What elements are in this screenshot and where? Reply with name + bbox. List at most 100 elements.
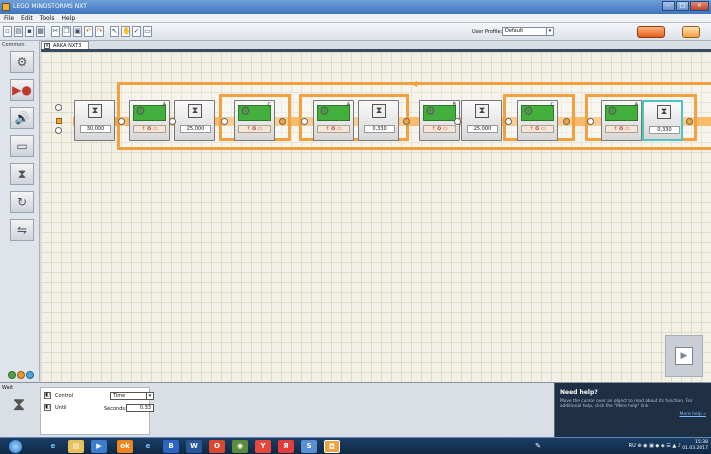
chevron-down-icon: ▾ xyxy=(146,393,153,399)
save-icon[interactable]: ▪ xyxy=(25,26,34,37)
until-label: Until xyxy=(55,404,67,411)
yandex-browser-icon[interactable]: Я xyxy=(278,440,294,453)
redo-icon[interactable]: ↷ xyxy=(95,26,104,37)
explorer-icon[interactable]: ▤ xyxy=(68,440,84,453)
wait-block[interactable]: ⧗ 30,000 xyxy=(74,100,115,141)
maximize-button[interactable]: □ xyxy=(676,1,689,11)
chrome-icon[interactable]: ◉ xyxy=(232,440,248,453)
wait-value: 25,000 xyxy=(467,125,498,133)
wait-block[interactable]: ⧗ 25,000 xyxy=(461,100,502,141)
move-block[interactable]: ⚙ A ↑ ✪ ▭ xyxy=(601,100,642,141)
common-palette-tab[interactable] xyxy=(8,371,16,379)
navigator-viewport[interactable]: ▶ xyxy=(675,347,693,365)
motor-direction-icons: ↑ ✪ ▭ xyxy=(423,125,456,133)
custom-palette-tab[interactable] xyxy=(26,371,34,379)
comment-icon[interactable]: ✓ xyxy=(132,26,141,37)
sound-icon[interactable]: 🔊 xyxy=(10,107,34,129)
wait-icon[interactable]: ⧗ xyxy=(10,163,34,185)
loop-end-pin xyxy=(279,118,286,125)
menu-help[interactable]: Help xyxy=(61,15,75,22)
wait-block[interactable]: ⧗ 25,000 xyxy=(174,100,215,141)
pan-icon[interactable]: ✋ xyxy=(121,26,131,37)
motor-port: B xyxy=(452,102,456,108)
program-canvas[interactable]: ◀ ⧗ 30,000 ⚙ A ↑ ✪ ▭ ⧗ 25,000 ⚙ C ↑ ✪ ▭ … xyxy=(41,52,711,382)
tray-icons[interactable]: ⊕ ◉ ▣ ◆ ◈ ☰ ▲ ♪ xyxy=(637,443,681,449)
browser-b-icon[interactable]: B xyxy=(163,440,179,453)
undo-icon[interactable]: ↶ xyxy=(84,26,93,37)
record-play-icon[interactable]: ▶● xyxy=(10,79,34,101)
wait-value: 25,000 xyxy=(180,125,211,133)
close-button[interactable]: × xyxy=(690,1,709,11)
loop-end-pin xyxy=(403,118,410,125)
nxt-window-button[interactable] xyxy=(637,26,665,38)
start-point[interactable] xyxy=(56,118,62,124)
minimize-button[interactable]: – xyxy=(662,1,675,11)
move-block[interactable]: ⚙ A ↑ ✪ ▭ xyxy=(313,100,354,141)
chevron-down-icon: ▾ xyxy=(546,28,553,35)
media-player-icon[interactable]: ▶ xyxy=(91,440,107,453)
move-block[interactable]: ⚙ C ↑ ✪ ▭ xyxy=(517,100,558,141)
paste-icon[interactable]: ▣ xyxy=(73,26,82,37)
cut-icon[interactable]: ✂ xyxy=(51,26,60,37)
user-profile-select[interactable]: Default ▾ xyxy=(502,27,554,36)
ie-icon[interactable]: e xyxy=(45,440,61,453)
wait-block[interactable]: ⧗ 0,330 xyxy=(358,100,399,141)
menu-edit[interactable]: Edit xyxy=(21,15,33,22)
clock[interactable]: 15:38 01.03.2017 xyxy=(682,440,708,452)
copy-icon[interactable]: ❐ xyxy=(62,26,71,37)
menu-tools[interactable]: Tools xyxy=(40,15,55,22)
gear-icon: ⚙ xyxy=(607,104,618,118)
start-button[interactable] xyxy=(8,439,23,454)
system-tray: RU ⊕ ◉ ▣ ◆ ◈ ☰ ▲ ♪ xyxy=(629,443,681,449)
more-help-link[interactable]: More help » xyxy=(680,412,707,417)
gear-icon: ⚙ xyxy=(319,104,330,118)
wait-block-selected[interactable]: ⧗ 0,330 xyxy=(642,100,683,141)
connector-pin xyxy=(169,118,176,125)
complete-palette-tab[interactable] xyxy=(17,371,25,379)
odnoklassniki-icon[interactable]: ok xyxy=(117,440,133,453)
help-text: Move the cursor over an object to read a… xyxy=(560,399,693,409)
yandex-icon[interactable]: Y xyxy=(255,440,271,453)
move-block[interactable]: ⚙ C ↑ ✪ ▭ xyxy=(234,100,275,141)
hourglass-icon: ⧗ xyxy=(188,104,202,118)
open-icon[interactable]: ▤ xyxy=(14,26,23,37)
motor-port: A xyxy=(634,102,638,108)
control-value: Time xyxy=(113,393,126,399)
loop-end-pin xyxy=(563,118,570,125)
connector-pin xyxy=(454,118,461,125)
opera-icon[interactable]: O xyxy=(209,440,225,453)
loop-icon[interactable]: ↻ xyxy=(10,191,34,213)
skype-icon[interactable]: S xyxy=(301,440,317,453)
help-title: Need help? xyxy=(560,389,598,396)
user-profile-value: Default xyxy=(505,28,524,34)
display-icon[interactable]: ▭ xyxy=(10,135,34,157)
motor-direction-icons: ↑ ✪ ▭ xyxy=(521,125,554,133)
configuration-panel: Wait ⧗ ◧ Control Time ▾ ◧ Until Seconds:… xyxy=(0,382,554,437)
lego-mindstorms-icon[interactable]: ◘ xyxy=(324,440,340,453)
navigator-widget[interactable]: ▶ xyxy=(665,335,703,377)
seconds-input[interactable]: 0.33 xyxy=(126,404,154,412)
word-icon[interactable]: W xyxy=(186,440,202,453)
menu-bar: File Edit Tools Help xyxy=(0,14,711,23)
control-select[interactable]: Time ▾ xyxy=(110,392,154,400)
clock-date: 01.03.2017 xyxy=(682,446,708,451)
new-icon[interactable]: ▫ xyxy=(3,26,12,37)
control-icon: ◧ xyxy=(44,392,51,399)
ie-icon[interactable]: e xyxy=(140,440,156,453)
switch-icon[interactable]: ⇋ xyxy=(10,219,34,241)
menu-file[interactable]: File xyxy=(4,15,14,22)
motor-port: C xyxy=(550,102,555,108)
print-icon[interactable]: ▦ xyxy=(36,26,45,37)
wait-value: 0,330 xyxy=(364,125,395,133)
robot-educator-button[interactable] xyxy=(682,26,700,38)
motor-port: A xyxy=(346,102,350,108)
move-block[interactable]: ⚙ A ↑ ✪ ▭ xyxy=(129,100,170,141)
move-icon[interactable]: ⚙ xyxy=(10,51,34,73)
custom-palette-icon[interactable]: ▭ xyxy=(143,26,152,37)
language-indicator[interactable]: RU xyxy=(629,443,636,449)
pen-icon[interactable]: ✎ xyxy=(530,440,546,453)
connector-pin xyxy=(55,127,62,134)
motor-port: C xyxy=(267,102,272,108)
until-icon: ◧ xyxy=(44,404,51,411)
pointer-icon[interactable]: ↖ xyxy=(110,26,119,37)
